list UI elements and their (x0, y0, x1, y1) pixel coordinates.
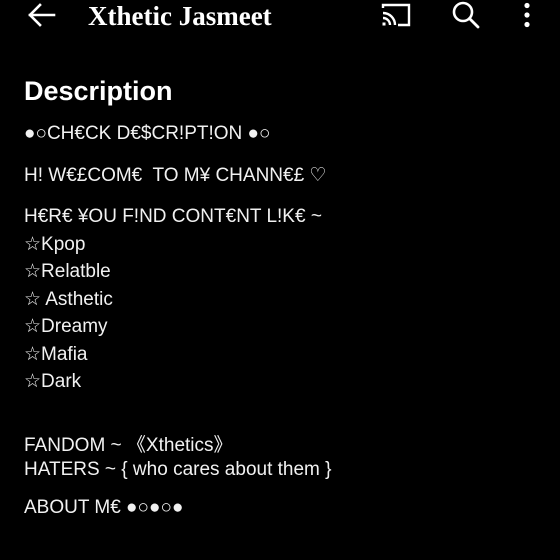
description-line: H! W€£COM€ TO M¥ CHANN€£ ♡ (24, 164, 327, 186)
more-vert-icon (524, 2, 530, 28)
description-line: ☆Kpop (24, 233, 86, 255)
more-options-button[interactable] (513, 0, 541, 30)
description-line: ☆Mafia (24, 343, 88, 365)
app-bar: Xthetic Jasmeet (0, 0, 560, 34)
arrow-back-icon (28, 3, 56, 27)
cast-button[interactable] (377, 0, 415, 30)
description-line: ☆Dark (24, 371, 82, 392)
description-line: HATERS ~ { who cares about them } (24, 458, 332, 480)
description-line: H€R€ ¥OU F!ND CONT€NT L!K€ ~ (24, 206, 322, 227)
cast-icon (381, 3, 411, 27)
description-line: ●○CH€CK D€$CR!PT!ON ●○ (24, 123, 271, 144)
description-line: ☆ Asthetic (24, 288, 113, 310)
search-button[interactable] (447, 0, 485, 30)
description-heading: Description (24, 76, 173, 106)
description-line: ☆Relatble (24, 261, 111, 282)
description-line: ABOUT M€ ●○●○● (24, 496, 184, 518)
description-line: ☆Dreamy (24, 316, 108, 337)
description-section: Description ●○CH€CK D€$CR!PT!ON ●○ H! W€… (24, 76, 544, 520)
back-button[interactable] (22, 0, 60, 30)
search-icon (452, 1, 480, 29)
channel-title: Xthetic Jasmeet (88, 1, 272, 31)
description-line: FANDOM ~ 《Xthetics》 (24, 434, 233, 456)
